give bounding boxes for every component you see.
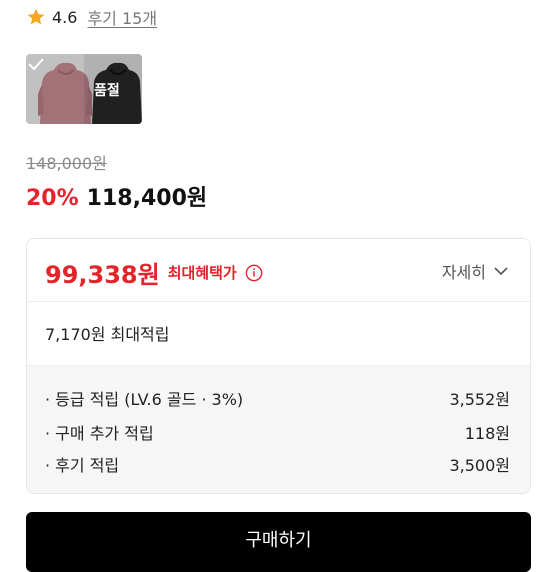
points-row-value: 3,552원: [449, 390, 510, 409]
info-icon[interactable]: [245, 264, 263, 282]
points-row-value: 118원: [464, 424, 510, 443]
points-row: · 등급 적립 (LV.6 골드 · 3%) 3,552원: [45, 386, 510, 409]
buy-button[interactable]: 구매하기: [26, 512, 531, 572]
points-row-value: 3,500원: [449, 456, 510, 475]
points-row: · 후기 적립 3,500원: [45, 452, 510, 475]
sale-price: 118,400원: [86, 186, 208, 211]
points-breakdown: · 등급 적립 (LV.6 골드 · 3%) 3,552원 · 구매 추가 적립…: [27, 365, 530, 493]
price-row: 20% 118,400원: [26, 180, 207, 212]
max-points: 7,170원 최대적립: [45, 325, 170, 344]
rating-row: 4.6 후기 15개: [26, 6, 157, 28]
benefit-box: 99,338원 최대혜택가 자세히 7,170원 최대적립 · 등급 적립 (L…: [26, 238, 531, 494]
benefit-header[interactable]: 99,338원 최대혜택가 자세히: [27, 239, 530, 302]
rating-score: 4.6: [52, 7, 78, 27]
points-row-label: · 구매 추가 적립: [45, 424, 154, 443]
check-icon: [28, 58, 44, 71]
best-price: 99,338원 최대혜택가: [45, 255, 263, 290]
star-icon: [27, 8, 45, 25]
chevron-down-icon: [494, 267, 508, 276]
option-thumbnails[interactable]: 품절: [26, 54, 142, 124]
best-price-label: 최대혜택가: [167, 264, 237, 282]
discount-rate: 20%: [26, 186, 79, 211]
review-count-link[interactable]: 후기 15개: [87, 5, 157, 29]
option-thumbnail[interactable]: 품절: [26, 54, 142, 124]
original-price: 148,000원: [26, 154, 107, 173]
points-row-label: · 등급 적립 (LV.6 골드 · 3%): [45, 390, 244, 409]
detail-label: 자세히: [441, 263, 486, 282]
detail-toggle-button[interactable]: 자세히: [442, 259, 508, 283]
soldout-label: 품절: [94, 83, 120, 99]
best-price-amount: 99,338원: [45, 261, 160, 289]
points-row-label: · 후기 적립: [45, 456, 120, 475]
points-row: · 구매 추가 적립 118원: [45, 420, 510, 443]
